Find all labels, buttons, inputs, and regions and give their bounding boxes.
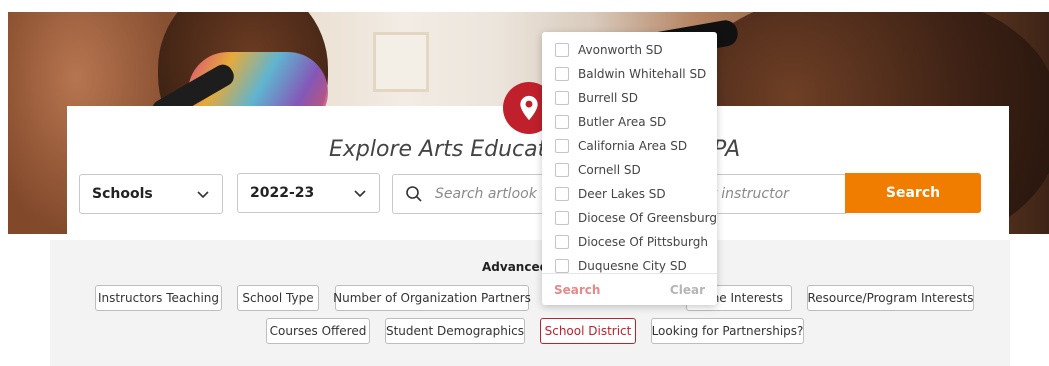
chip-courses-offered[interactable]: Courses Offered xyxy=(266,318,370,344)
chip-school-district[interactable]: School District xyxy=(540,318,636,344)
advanced-filters-title: Advanced xyxy=(482,260,549,274)
search-button[interactable]: Search xyxy=(845,173,981,213)
dropdown-option[interactable]: Duquesne City SD xyxy=(542,254,717,274)
year-select[interactable]: 2022-23 xyxy=(237,173,380,213)
option-label: Avonworth SD xyxy=(578,43,663,57)
chip-school-type[interactable]: School Type xyxy=(237,285,319,311)
page-headline: Explore Arts Educatio xyxy=(329,137,566,162)
chip-resource-program-interests[interactable]: Resource/Program Interests xyxy=(807,285,974,311)
chip-organization-partners[interactable]: Number of Organization Partners xyxy=(333,285,531,311)
option-label: Diocese Of Greensburg xyxy=(578,211,717,225)
option-label: Duquesne City SD xyxy=(578,259,687,273)
dropdown-clear-button[interactable]: Clear xyxy=(670,283,705,297)
dropdown-option[interactable]: Cornell SD xyxy=(542,158,717,182)
dropdown-option[interactable]: California Area SD xyxy=(542,134,717,158)
year-select-value: 2022-23 xyxy=(250,185,315,201)
option-label: Butler Area SD xyxy=(578,115,667,129)
type-select[interactable]: Schools xyxy=(79,174,223,214)
option-label: Diocese Of Pittsburgh xyxy=(578,235,708,249)
option-label: Baldwin Whitehall SD xyxy=(578,67,707,81)
dropdown-footer: Search Clear xyxy=(542,273,717,305)
option-label: Deer Lakes SD xyxy=(578,187,666,201)
option-label: Cornell SD xyxy=(578,163,641,177)
checkbox[interactable] xyxy=(555,139,569,153)
map-pin-glyph xyxy=(520,95,538,121)
chip-student-demographics[interactable]: Student Demographics xyxy=(385,318,525,344)
school-district-dropdown: Avonworth SD Baldwin Whitehall SD Burrel… xyxy=(542,32,717,305)
chevron-down-icon xyxy=(197,191,209,199)
type-select-value: Schools xyxy=(92,186,153,202)
option-label: Burrell SD xyxy=(578,91,638,105)
dropdown-option[interactable]: Burrell SD xyxy=(542,86,717,110)
chip-looking-for-partnerships[interactable]: Looking for Partnerships? xyxy=(651,318,804,344)
dropdown-option[interactable]: Avonworth SD xyxy=(542,38,717,62)
checkbox[interactable] xyxy=(555,259,569,273)
search-placeholder-tail: r instructor xyxy=(711,186,789,202)
page-headline-tail: PA xyxy=(713,137,741,162)
checkbox[interactable] xyxy=(555,235,569,249)
dropdown-search-button[interactable]: Search xyxy=(554,283,600,297)
dropdown-option[interactable]: Diocese Of Pittsburgh xyxy=(542,230,717,254)
checkbox[interactable] xyxy=(555,43,569,57)
checkbox[interactable] xyxy=(555,91,569,105)
dropdown-option[interactable]: Baldwin Whitehall SD xyxy=(542,62,717,86)
checkbox[interactable] xyxy=(555,115,569,129)
checkbox[interactable] xyxy=(555,211,569,225)
option-label: California Area SD xyxy=(578,139,688,153)
dropdown-options-list[interactable]: Avonworth SD Baldwin Whitehall SD Burrel… xyxy=(542,38,717,274)
checkbox[interactable] xyxy=(555,67,569,81)
dropdown-option[interactable]: Butler Area SD xyxy=(542,110,717,134)
checkbox[interactable] xyxy=(555,163,569,177)
search-icon xyxy=(406,186,422,202)
checkbox[interactable] xyxy=(555,187,569,201)
chip-instructors-teaching[interactable]: Instructors Teaching xyxy=(95,285,222,311)
chevron-down-icon xyxy=(354,190,366,198)
dropdown-option[interactable]: Deer Lakes SD xyxy=(542,182,717,206)
dropdown-option[interactable]: Diocese Of Greensburg xyxy=(542,206,717,230)
